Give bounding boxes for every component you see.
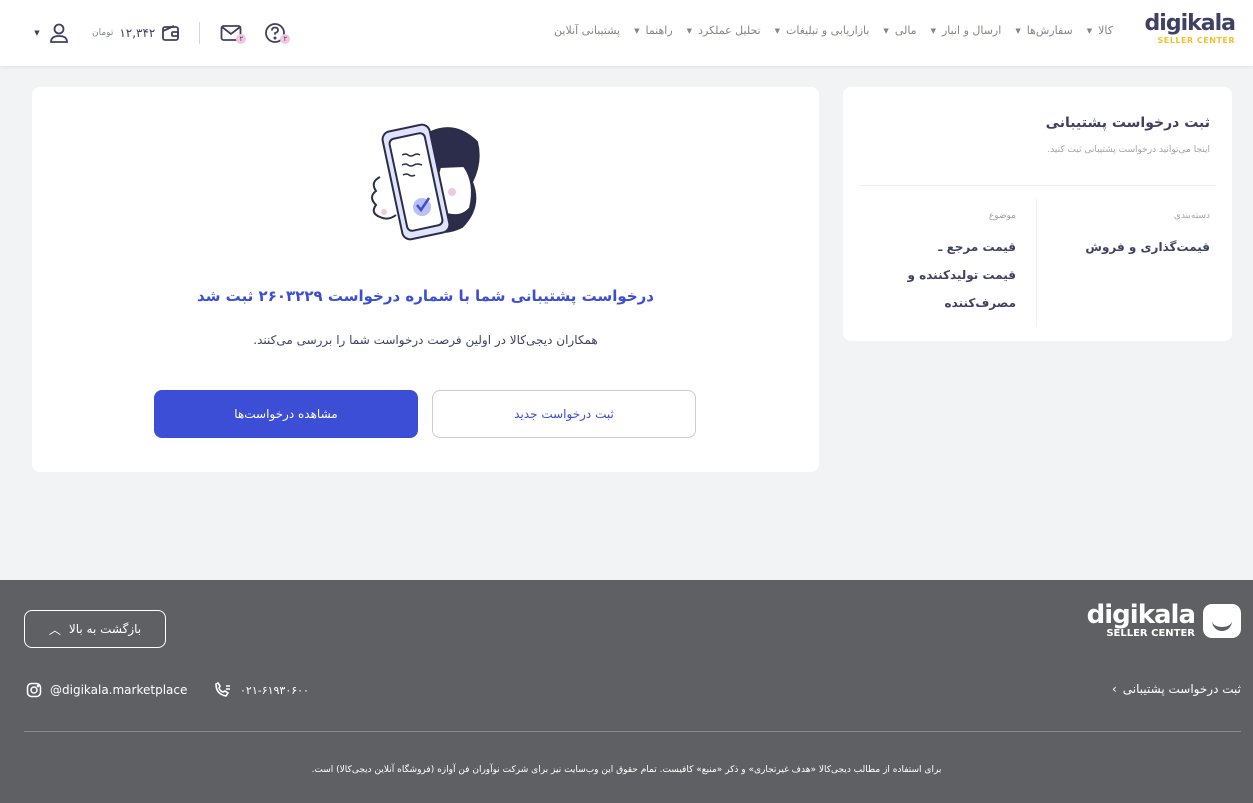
footer-divider <box>24 731 1241 732</box>
caret-down-icon: ▼ <box>930 26 936 35</box>
success-title: درخواست پشتیبانی شما با شماره درخواست ۲۶… <box>197 287 654 305</box>
user-menu[interactable]: ▼ <box>30 20 74 46</box>
nav-item-orders[interactable]: سفارش‌ها ▼ <box>1015 24 1072 37</box>
caret-down-icon: ▼ <box>686 26 693 35</box>
chevron-up-icon: ︿ <box>48 622 61 637</box>
chevron-right-icon: › <box>1111 682 1117 696</box>
category-value: قیمت‌گذاری و فروش <box>1085 240 1210 254</box>
topic-label: موضوع <box>988 211 1016 221</box>
nav-item-shipping[interactable]: ارسال و انبار ▼ <box>931 24 1002 37</box>
success-subtitle: همکاران دیجی‌کالا در اولین فرصت درخواست … <box>253 333 598 347</box>
header-divider <box>199 22 201 44</box>
topic-value-line: مصرف‌کننده <box>944 296 1016 310</box>
digikala-mark-icon <box>1203 603 1241 638</box>
top-header: digikala SELLER CENTER کالا ▼ سفارش‌ها ▼ ا… <box>0 0 1253 66</box>
request-summary-panel: ثبت درخواست پشتیبانی اینجا می‌توانید درخ… <box>843 87 1232 341</box>
phone-number: ۰۲۱-۶۱۹۳۰۶۰۰ <box>240 683 309 697</box>
caret-down-icon: ▼ <box>774 26 781 35</box>
logo-sub: SELLER CENTER <box>1157 36 1235 45</box>
balance-unit: تومان <box>92 28 114 38</box>
logo-word: digikala <box>1144 11 1236 36</box>
category-label: دسته‌بندی <box>1173 211 1210 221</box>
new-request-button[interactable]: ثبت درخواست جدید <box>432 390 696 438</box>
balance-value: ۱۲,۳۴۲ <box>119 26 156 40</box>
nav-item-finance[interactable]: مالی ▼ <box>883 24 916 37</box>
help-button[interactable]: ۲ <box>262 20 291 46</box>
back-to-top-label: بازگشت به بالا <box>68 622 142 636</box>
header-actions: ▼ ۱۲,۳۴۲ تومان ۲ ۲ <box>30 20 291 46</box>
wallet-balance[interactable]: ۱۲,۳۴۲ تومان <box>92 23 181 43</box>
success-panel: درخواست پشتیبانی شما با شماره درخواست ۲۶… <box>32 87 819 472</box>
phone-icon <box>215 682 230 697</box>
footer-link-label: ثبت درخواست پشتیبانی <box>1122 682 1241 696</box>
main-nav: کالا ▼ سفارش‌ها ▼ ارسال و انبار ▼ مالی ▼ باز… <box>554 24 1113 37</box>
messages-button[interactable]: ۲ <box>218 20 247 46</box>
header-logo[interactable]: digikala SELLER CENTER <box>1144 11 1236 46</box>
caret-down-icon: ▼ <box>1015 26 1021 35</box>
summary-column-divider <box>1036 199 1037 327</box>
instagram-handle: @digikala.marketplace <box>50 683 188 697</box>
caret-down-icon: ▼ <box>34 29 40 37</box>
nav-item-help[interactable]: راهنما ▼ <box>634 24 673 37</box>
summary-title: ثبت درخواست پشتیبانی <box>1045 115 1210 131</box>
footer-logo-word: digikala <box>1086 600 1196 630</box>
category-column: دسته‌بندی قیمت‌گذاری و فروش <box>1040 211 1210 261</box>
back-to-top-button[interactable]: بازگشت به بالا ︿ <box>24 610 166 648</box>
mail-badge: ۲ <box>236 34 247 44</box>
copyright-text: برای استفاده از مطالب دیجی‌کالا «هدف غیر… <box>311 765 942 775</box>
topic-column: موضوع قیمت مرجع ـ قیمت تولیدکننده و مصرف… <box>876 211 1016 317</box>
topic-value-line: قیمت مرجع ـ <box>938 240 1016 254</box>
summary-description: اینجا می‌توانید درخواست پشتیبانی ثبت کنی… <box>1047 145 1210 155</box>
topic-value-line: قیمت تولیدکننده و <box>907 268 1016 282</box>
footer-breadcrumb-link[interactable]: ثبت درخواست پشتیبانی › <box>1112 682 1241 696</box>
caret-down-icon: ▼ <box>634 26 640 35</box>
instagram-icon <box>26 682 42 698</box>
nav-item-products[interactable]: کالا ▼ <box>1087 24 1113 37</box>
instagram-link[interactable]: @digikala.marketplace <box>26 682 187 698</box>
nav-item-marketing[interactable]: بازاریابی و تبلیغات ▼ <box>775 24 870 37</box>
success-illustration <box>362 117 482 247</box>
user-icon <box>49 23 68 43</box>
footer-logo[interactable]: digikala SELLER CENTER <box>1087 602 1241 639</box>
phone-link[interactable]: ۰۲۱-۶۱۹۳۰۶۰۰ <box>214 682 309 698</box>
wallet-icon <box>162 25 180 41</box>
help-badge: ۲ <box>280 34 291 44</box>
summary-divider <box>859 185 1216 186</box>
nav-item-online-support[interactable]: پشتیبانی آنلاین <box>554 24 620 37</box>
view-requests-button[interactable]: مشاهده درخواست‌ها <box>154 390 418 438</box>
site-footer: بازگشت به بالا ︿ digikala SELLER CENTER … <box>0 580 1253 803</box>
caret-down-icon: ▼ <box>883 26 889 35</box>
caret-down-icon: ▼ <box>1086 26 1093 35</box>
nav-item-analytics[interactable]: تحلیل عملکرد ▼ <box>687 24 761 37</box>
footer-logo-text: digikala SELLER CENTER <box>1086 600 1196 639</box>
